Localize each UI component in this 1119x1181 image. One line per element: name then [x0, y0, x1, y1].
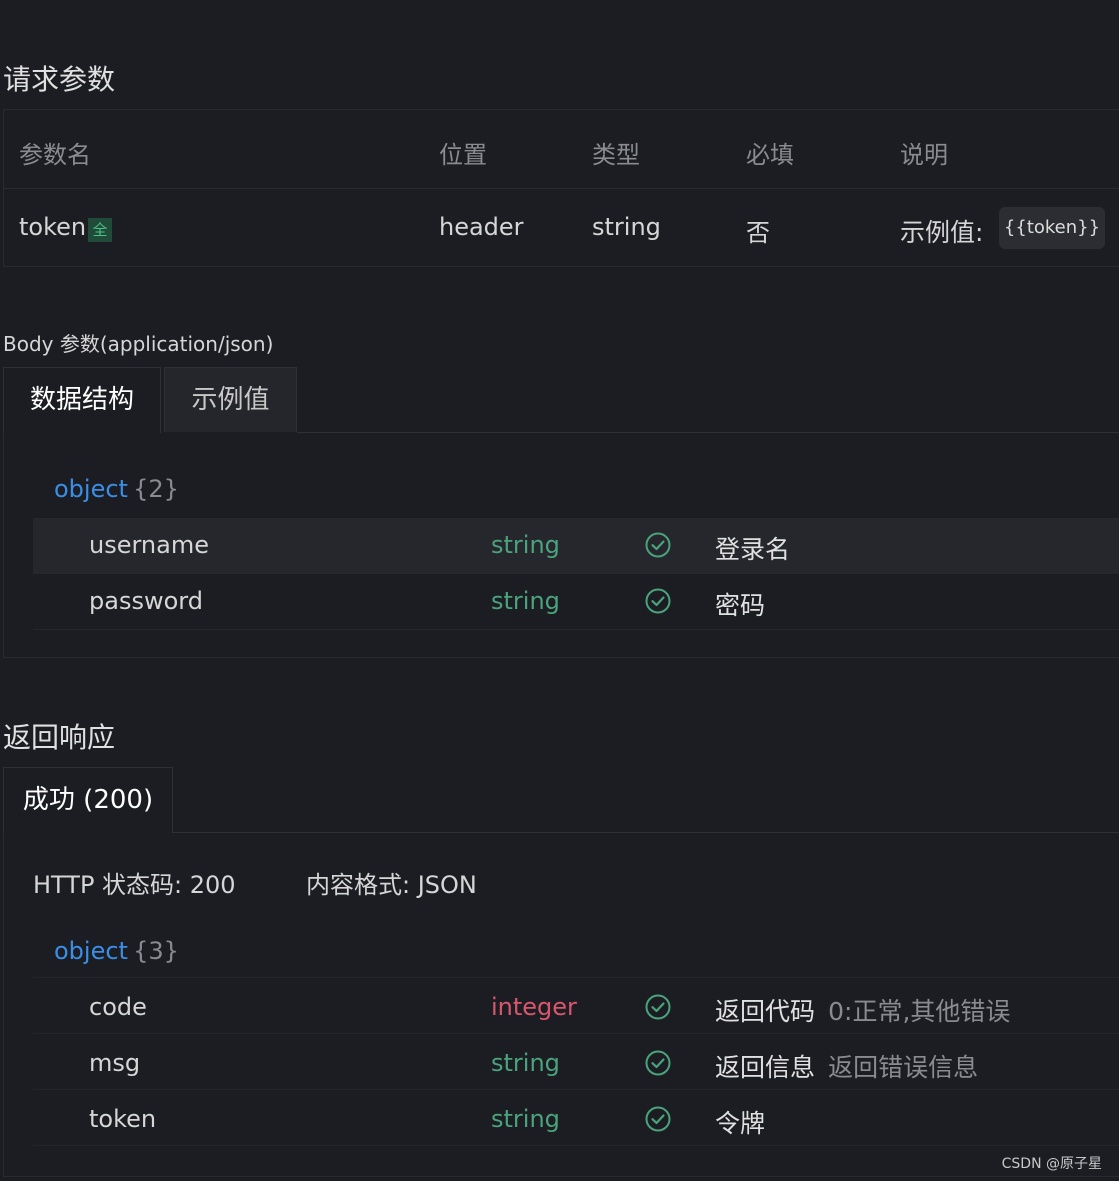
request-params-title: 请求参数	[3, 63, 116, 96]
param-type: string	[592, 213, 661, 241]
content-format: 内容格式: JSON	[306, 871, 477, 899]
field-description: 返回代码	[715, 997, 816, 1026]
body-object-count: {2}	[133, 475, 179, 503]
field-name: username	[89, 531, 209, 559]
check-circle-icon	[645, 994, 671, 1020]
field-description-block: 令牌	[715, 1104, 773, 1140]
param-required: 否	[746, 219, 770, 247]
check-circle-icon	[645, 588, 671, 614]
field-type: string	[491, 1049, 560, 1077]
params-table-divider	[3, 188, 1119, 189]
field-description: 密码	[715, 591, 766, 620]
body-object-type: object	[54, 475, 128, 503]
field-description: 令牌	[715, 1109, 766, 1138]
response-object-count: {3}	[133, 937, 179, 965]
header-description: 说明	[900, 141, 948, 169]
response-title: 返回响应	[3, 721, 116, 754]
check-circle-icon	[645, 532, 671, 558]
global-param-badge: 全	[88, 218, 112, 242]
response-object-header: object {3}	[54, 937, 179, 965]
field-description-block: 返回信息 返回错误信息	[715, 1048, 978, 1084]
body-object-header: object {2}	[54, 475, 179, 503]
param-location: header	[439, 213, 524, 241]
field-name: msg	[89, 1049, 141, 1077]
table-row	[33, 1090, 1119, 1146]
field-description: 返回信息	[715, 1053, 816, 1082]
field-note: 返回错误信息	[828, 1053, 979, 1082]
field-description: 登录名	[715, 535, 791, 564]
tab-example-value[interactable]: 示例值	[164, 367, 297, 432]
field-description-block: 返回代码 0:正常,其他错误	[715, 992, 1010, 1028]
tab-success-200[interactable]: 成功 (200)	[3, 767, 173, 833]
body-params-label: Body 参数(application/json)	[3, 332, 274, 356]
header-location: 位置	[439, 141, 487, 169]
field-type: string	[491, 587, 560, 615]
param-name: token	[19, 213, 87, 241]
field-type: integer	[491, 993, 577, 1021]
tab-data-structure[interactable]: 数据结构	[3, 367, 161, 433]
field-note: 0:正常,其他错误	[828, 997, 1011, 1026]
check-circle-icon	[645, 1050, 671, 1076]
field-type: string	[491, 1105, 560, 1133]
watermark: CSDN @原子星	[1001, 1156, 1102, 1172]
param-example-value: {{token}}	[999, 207, 1105, 249]
header-param-name: 参数名	[19, 141, 91, 169]
header-required: 必填	[746, 141, 794, 169]
header-type: 类型	[592, 141, 640, 169]
field-name: code	[89, 993, 147, 1021]
response-object-type: object	[54, 937, 128, 965]
param-example-label: 示例值:	[900, 218, 984, 247]
field-type: string	[491, 531, 560, 559]
field-name: password	[89, 587, 203, 615]
http-status-code: HTTP 状态码: 200	[33, 871, 236, 899]
field-name: token	[89, 1105, 157, 1133]
check-circle-icon	[645, 1106, 671, 1132]
